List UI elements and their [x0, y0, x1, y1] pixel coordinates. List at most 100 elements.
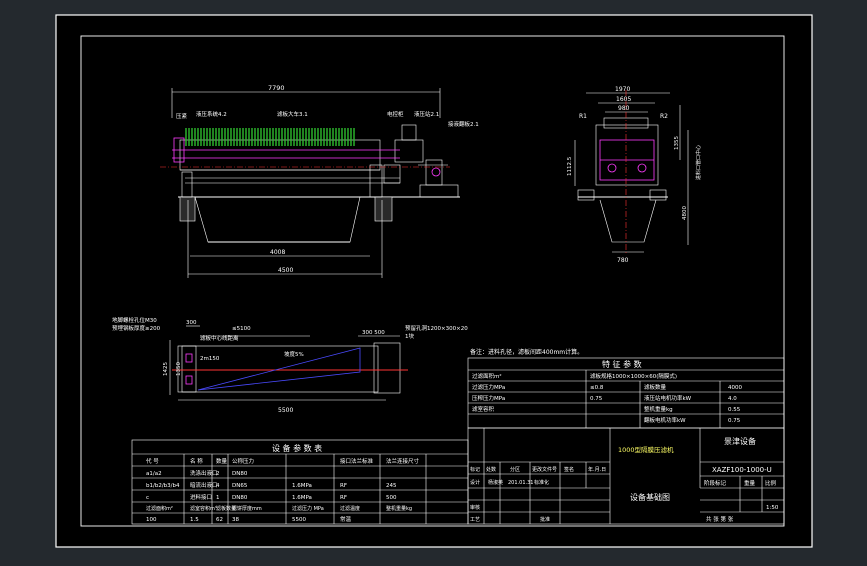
feature-value: 4.0 [728, 396, 737, 402]
feature-key: 翻板电机功率kW [644, 416, 686, 424]
feature-key: 整机重量kg [644, 405, 673, 413]
summary-value: 62 [216, 517, 223, 523]
table-cell: 1.6MPa [292, 483, 312, 489]
table-cell: 1 [216, 495, 220, 501]
sheet-label: 共 张 第 张 [706, 515, 734, 523]
design-date: 201.01.31 [508, 480, 533, 486]
sign-label: 签名 [564, 466, 574, 473]
table-cell: b1/b2/b3/b4 [146, 483, 180, 489]
plan-slope-label: 坡度5% [284, 350, 304, 358]
equipment-table-title: 设 备 参 数 表 [272, 443, 322, 453]
feature-table-title: 特 征 参 数 [602, 359, 642, 369]
summary-value: 1.5 [190, 517, 199, 523]
table-header: 代 号 [146, 457, 159, 465]
front-callout-3: 滤板大车3.1 [277, 110, 308, 118]
front-callout-1: 液压系统4.2 [196, 110, 227, 118]
summary-value: 100 [146, 517, 157, 523]
approve-label: 批准 [540, 516, 550, 523]
side-dim-right: 1355 [674, 136, 680, 150]
table-cell: RF [340, 495, 347, 501]
side-dim-left: 1112.5 [567, 156, 573, 176]
general-note: 备注：进料孔径，滤板间距400mm计算。 [470, 348, 583, 356]
table-cell: 500 [386, 495, 397, 501]
table-cell: 洗涤出液口 [190, 469, 218, 477]
front-dim-bottom: 4500 [278, 267, 293, 274]
count-label: 处数 [486, 466, 496, 473]
plan-dim-right-label: 预留孔洞1200×300×20 [405, 324, 468, 332]
table-cell: 暗流出液口 [190, 481, 218, 489]
feature-key: 滤室容积 [472, 405, 495, 413]
weight-label: 重量 [744, 479, 756, 487]
model-code: XAZF100-1000-U [712, 466, 772, 474]
date-label: 年.月.日 [588, 466, 606, 473]
summary-header: 整机重量kg [386, 505, 412, 512]
table-cell: RF [340, 483, 347, 489]
table-header: 公称压力 [232, 457, 254, 465]
plan-dim-center: ≤5100 [232, 326, 251, 332]
table-cell: c [146, 495, 149, 501]
summary-header: 滤室容积m³ [190, 505, 217, 512]
side-note: 进料口管口中心 [695, 145, 702, 180]
mark-label: 标记 [470, 466, 480, 473]
plan-dim-left: 1425 [163, 362, 169, 376]
front-callout-5: 液压站2.1 [414, 110, 439, 118]
table-cell: DN80 [232, 495, 248, 501]
front-dim-total: 7790 [268, 84, 285, 92]
product-name: 1000型隔膜压滤机 [618, 445, 674, 454]
summary-header: 滤饼厚度mm [232, 505, 262, 512]
doc-label: 更改文件号 [532, 466, 557, 473]
feature-value: 0.55 [728, 407, 741, 413]
company-name: 景津设备 [724, 436, 756, 446]
summary-value: 5500 [292, 517, 306, 523]
plan-dim-left-inner: 1350 [176, 362, 182, 376]
table-header: 接口法兰标准 [340, 457, 374, 465]
feature-key: 滤板数量 [644, 383, 667, 391]
feature-value: 0.75 [728, 418, 741, 424]
standardize-label: 标准化 [534, 479, 549, 486]
process-label: 工艺 [470, 517, 480, 523]
summary-value: 常温 [340, 515, 352, 523]
side-dim-top: 1970 [615, 86, 630, 93]
table-cell: 4 [216, 483, 220, 489]
side-label-r2: R2 [660, 113, 668, 120]
table-header: 数量 [216, 457, 228, 465]
review-label: 审核 [470, 504, 480, 511]
plan-note-1: 地脚螺栓孔位M30 [112, 316, 157, 324]
zone-label: 分区 [510, 466, 520, 473]
plan-dim-bottom: 5500 [278, 407, 293, 414]
summary-header: 过滤面积m² [146, 505, 173, 512]
side-dim-3: 980 [618, 105, 630, 112]
paper-background [56, 15, 812, 547]
table-header: 法兰连接尺寸 [386, 457, 420, 465]
summary-value: 38 [232, 517, 239, 523]
summary-header: 过滤压力 MPa [292, 505, 324, 512]
table-header: 名 称 [190, 457, 203, 465]
table-cell: 2 [216, 471, 220, 477]
table-cell: 245 [386, 483, 397, 489]
designer: 杨淑英 [488, 479, 503, 486]
front-dim-mid: 4008 [270, 249, 285, 256]
plan-dim-right-top: 300 500 [362, 330, 385, 336]
stage-label: 阶段标记 [704, 479, 727, 487]
plan-note-2: 预埋钢板厚度≥200 [112, 324, 161, 332]
side-dim-bottom: 780 [617, 257, 629, 264]
plan-center-note: 滤板中心线距离 [200, 334, 239, 342]
table-cell: DN80 [232, 471, 248, 477]
plan-dim-top-left: 300 [186, 320, 197, 326]
summary-header: 过滤温度 [340, 505, 360, 512]
front-callout-4: 电控柜 [387, 110, 404, 118]
feature-key: 液压站电机功率kW [644, 394, 692, 402]
feature-value: ≤0.8 [590, 385, 604, 391]
table-cell: 进料接口 [190, 493, 212, 501]
table-cell: DN65 [232, 483, 248, 489]
side-dim-2: 1605 [616, 96, 631, 103]
cad-viewport[interactable]: 7790 4008 4500 液压系统4.2 压紧 滤板大车3.1 电控柜 液压… [0, 0, 867, 562]
design-label: 设计 [470, 479, 480, 486]
table-cell: a1/a2 [146, 471, 162, 477]
feature-value: 滤板规格1000×1000×60(隔膜式) [590, 372, 677, 380]
feature-key: 过滤面积m² [472, 372, 502, 380]
front-callout-2: 压紧 [176, 112, 188, 120]
feature-value: 4000 [728, 385, 742, 391]
feature-value: 0.75 [590, 396, 603, 402]
drawing-sheet: 7790 4008 4500 液压系统4.2 压紧 滤板大车3.1 电控柜 液压… [55, 14, 813, 548]
